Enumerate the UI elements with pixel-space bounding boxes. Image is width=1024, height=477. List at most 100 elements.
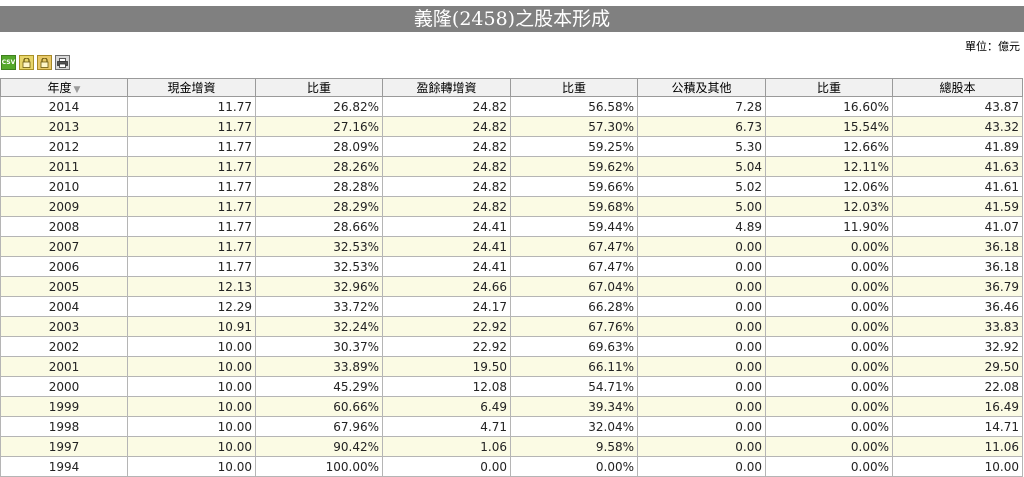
- toolbar: CSV: [1, 55, 70, 71]
- column-header-total-capital[interactable]: 總股本: [892, 78, 1023, 97]
- cell-ratio-earnings: 59.25%: [510, 136, 638, 157]
- cell-total-capital: 43.32: [892, 116, 1023, 137]
- cell-cash-capital-increase: 12.13: [127, 276, 256, 297]
- column-header-year[interactable]: 年度 ▼: [0, 78, 128, 97]
- cell-ratio-earnings: 57.30%: [510, 116, 638, 137]
- cell-ratio-cash: 60.66%: [255, 396, 383, 417]
- column-header-ratio-cash[interactable]: 比重: [255, 78, 383, 97]
- cell-ratio-earnings: 59.62%: [510, 156, 638, 177]
- cell-ratio-earnings: 67.04%: [510, 276, 638, 297]
- cell-earnings-to-capital: 24.41: [382, 256, 511, 277]
- cell-ratio-reserves: 0.00%: [765, 296, 893, 317]
- cell-reserves-and-other: 7.28: [637, 96, 766, 117]
- cell-reserves-and-other: 0.00: [637, 276, 766, 297]
- table-row: 1997 10.00 90.42% 1.06 9.58% 0.00 0.00% 11.06: [0, 436, 1023, 457]
- lock-button-1[interactable]: [19, 55, 34, 70]
- table-row: 1998 10.00 67.96% 4.71 32.04% 0.00 0.00% 14.71: [0, 416, 1023, 437]
- cell-ratio-cash: 32.24%: [255, 316, 383, 337]
- cell-year: 2011: [0, 156, 128, 177]
- cell-year: 2012: [0, 136, 128, 157]
- table-row: 2010 11.77 28.28% 24.82 59.66% 5.02 12.06% 41.6…: [0, 176, 1023, 197]
- cell-ratio-reserves: 12.03%: [765, 196, 893, 217]
- cell-ratio-cash: 28.09%: [255, 136, 383, 157]
- cell-reserves-and-other: 0.00: [637, 316, 766, 337]
- cell-ratio-earnings: 67.47%: [510, 256, 638, 277]
- cell-earnings-to-capital: 24.82: [382, 116, 511, 137]
- cell-ratio-reserves: 0.00%: [765, 416, 893, 437]
- cell-ratio-cash: 27.16%: [255, 116, 383, 137]
- table-row: 2008 11.77 28.66% 24.41 59.44% 4.89 11.90% 41.0…: [0, 216, 1023, 237]
- cell-ratio-reserves: 0.00%: [765, 396, 893, 417]
- cell-ratio-reserves: 0.00%: [765, 316, 893, 337]
- column-header-ratio-earnings[interactable]: 比重: [510, 78, 638, 97]
- cell-cash-capital-increase: 11.77: [127, 256, 256, 277]
- cell-total-capital: 36.46: [892, 296, 1023, 317]
- capital-formation-table: 年度 ▼ 現金增資 比重 盈餘轉增資 比重 公積及其他 比重 總股本 2014 11…: [0, 78, 1023, 477]
- cell-earnings-to-capital: 24.41: [382, 236, 511, 257]
- cell-year: 2004: [0, 296, 128, 317]
- cell-year: 1998: [0, 416, 128, 437]
- cell-ratio-reserves: 0.00%: [765, 236, 893, 257]
- cell-year: 2000: [0, 376, 128, 397]
- table-row: 2011 11.77 28.26% 24.82 59.62% 5.04 12.11% 41.6…: [0, 156, 1023, 177]
- table-row: 2006 11.77 32.53% 24.41 67.47% 0.00 0.00% 36.18: [0, 256, 1023, 277]
- column-header-ratio-reserves[interactable]: 比重: [765, 78, 893, 97]
- column-header-earnings-to-capital[interactable]: 盈餘轉增資: [382, 78, 511, 97]
- cell-total-capital: 11.06: [892, 436, 1023, 457]
- table-row: 2013 11.77 27.16% 24.82 57.30% 6.73 15.54% 43.3…: [0, 116, 1023, 137]
- cell-earnings-to-capital: 24.82: [382, 96, 511, 117]
- cell-earnings-to-capital: 24.82: [382, 136, 511, 157]
- table-row: 2004 12.29 33.72% 24.17 66.28% 0.00 0.00% 36.46: [0, 296, 1023, 317]
- cell-ratio-earnings: 67.47%: [510, 236, 638, 257]
- cell-cash-capital-increase: 10.00: [127, 396, 256, 417]
- cell-ratio-cash: 28.26%: [255, 156, 383, 177]
- table-header-row: 年度 ▼ 現金增資 比重 盈餘轉增資 比重 公積及其他 比重 總股本: [0, 78, 1023, 97]
- cell-total-capital: 41.61: [892, 176, 1023, 197]
- cell-earnings-to-capital: 12.08: [382, 376, 511, 397]
- cell-total-capital: 43.87: [892, 96, 1023, 117]
- column-header-cash-capital-increase[interactable]: 現金增資: [127, 78, 256, 97]
- unit-label: 單位：億元: [965, 40, 1020, 53]
- cell-ratio-reserves: 0.00%: [765, 336, 893, 357]
- cell-total-capital: 41.89: [892, 136, 1023, 157]
- cell-cash-capital-increase: 10.00: [127, 356, 256, 377]
- cell-year: 2001: [0, 356, 128, 377]
- cell-total-capital: 41.63: [892, 156, 1023, 177]
- cell-ratio-cash: 28.29%: [255, 196, 383, 217]
- cell-ratio-cash: 32.96%: [255, 276, 383, 297]
- cell-earnings-to-capital: 1.06: [382, 436, 511, 457]
- cell-reserves-and-other: 0.00: [637, 376, 766, 397]
- column-header-reserves-and-other[interactable]: 公積及其他: [637, 78, 766, 97]
- cell-year: 2014: [0, 96, 128, 117]
- cell-ratio-reserves: 0.00%: [765, 436, 893, 457]
- cell-reserves-and-other: 0.00: [637, 256, 766, 277]
- table-row: 2000 10.00 45.29% 12.08 54.71% 0.00 0.00% 22.08: [0, 376, 1023, 397]
- cell-total-capital: 36.18: [892, 256, 1023, 277]
- cell-year: 2002: [0, 336, 128, 357]
- cell-ratio-reserves: 16.60%: [765, 96, 893, 117]
- cell-reserves-and-other: 5.30: [637, 136, 766, 157]
- print-button[interactable]: [55, 55, 70, 70]
- cell-earnings-to-capital: 24.82: [382, 156, 511, 177]
- table-row: 2005 12.13 32.96% 24.66 67.04% 0.00 0.00% 36.79: [0, 276, 1023, 297]
- cell-ratio-reserves: 0.00%: [765, 376, 893, 397]
- cell-ratio-reserves: 12.06%: [765, 176, 893, 197]
- cell-reserves-and-other: 0.00: [637, 436, 766, 457]
- lock-button-2[interactable]: [37, 55, 52, 70]
- cell-ratio-cash: 33.89%: [255, 356, 383, 377]
- cell-reserves-and-other: 0.00: [637, 356, 766, 377]
- lock-icon: [22, 57, 31, 68]
- csv-export-button[interactable]: CSV: [1, 55, 16, 70]
- cell-cash-capital-increase: 11.77: [127, 216, 256, 237]
- cell-ratio-reserves: 12.66%: [765, 136, 893, 157]
- cell-ratio-cash: 28.28%: [255, 176, 383, 197]
- lock-icon: [40, 57, 49, 68]
- sort-arrow-icon[interactable]: ▼: [74, 85, 81, 95]
- cell-reserves-and-other: 6.73: [637, 116, 766, 137]
- page-title: 義隆(2458)之股本形成: [0, 6, 1024, 32]
- table-row: 2007 11.77 32.53% 24.41 67.47% 0.00 0.00% 36.18: [0, 236, 1023, 257]
- cell-ratio-cash: 30.37%: [255, 336, 383, 357]
- cell-total-capital: 32.92: [892, 336, 1023, 357]
- cell-ratio-earnings: 32.04%: [510, 416, 638, 437]
- cell-year: 2003: [0, 316, 128, 337]
